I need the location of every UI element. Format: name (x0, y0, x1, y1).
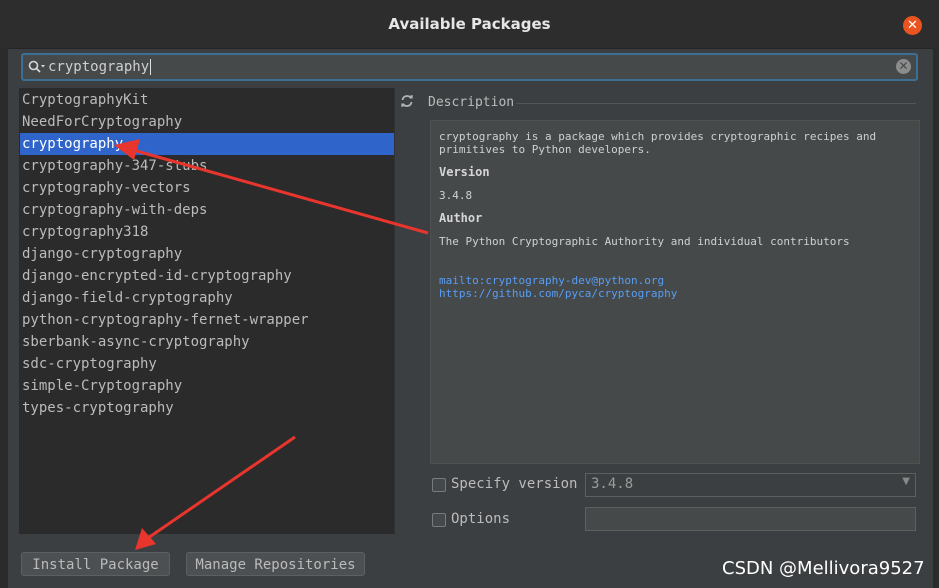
package-list-item[interactable]: django-cryptography (20, 243, 394, 265)
version-heading: Version (439, 165, 490, 179)
package-list-item[interactable]: sdc-cryptography (20, 353, 394, 375)
package-list-item[interactable]: simple-Cryptography (20, 375, 394, 397)
specify-version-label: Specify version (451, 476, 578, 492)
package-list-item[interactable]: django-field-cryptography (20, 287, 394, 309)
dialog-title: Available Packages (388, 15, 551, 33)
list-toolbar (394, 88, 421, 532)
package-list-item[interactable]: cryptography-with-deps (20, 199, 394, 221)
refresh-icon[interactable] (400, 94, 414, 112)
package-list-item[interactable]: cryptography (20, 133, 394, 155)
mailto-link[interactable]: mailto:cryptography-dev@python.org (439, 274, 664, 287)
package-list-item[interactable]: cryptography318 (20, 221, 394, 243)
package-list-item[interactable]: django-encrypted-id-cryptography (20, 265, 394, 287)
options-checkbox[interactable] (432, 513, 446, 527)
background-window-strip-right (933, 48, 939, 588)
search-input[interactable]: cryptography (48, 59, 152, 75)
author-heading: Author (439, 211, 483, 225)
package-list-item[interactable]: python-cryptography-fernet-wrapper (20, 309, 394, 331)
package-list-item[interactable]: sberbank-async-cryptography (20, 331, 394, 353)
dialog-titlebar: Available Packages ✕ (0, 0, 939, 49)
install-package-button[interactable]: Install Package (21, 552, 170, 576)
background-window-strip (0, 48, 8, 588)
package-list-item[interactable]: CryptographyKit (20, 89, 394, 111)
options-label: Options (451, 511, 511, 527)
options-input[interactable] (585, 507, 916, 531)
search-icon[interactable] (28, 60, 46, 78)
author-value: The Python Cryptographic Authority and i… (439, 235, 850, 248)
specify-version-checkbox[interactable] (432, 478, 446, 492)
description-text: cryptography is a package which provides… (439, 130, 877, 156)
watermark: CSDN @Mellivora9527 (722, 558, 925, 579)
package-list-item[interactable]: NeedForCryptography (20, 111, 394, 133)
description-panel: cryptography is a package which provides… (430, 120, 920, 464)
package-list-item[interactable]: cryptography-347-stubs (20, 155, 394, 177)
chevron-down-icon: ▼ (902, 476, 910, 487)
project-url-link[interactable]: https://github.com/pyca/cryptography (439, 287, 677, 300)
description-label: Description (428, 95, 515, 110)
package-list-item[interactable]: cryptography-vectors (20, 177, 394, 199)
manage-repositories-button[interactable]: Manage Repositories (186, 552, 365, 576)
package-list-item[interactable]: types-cryptography (20, 397, 394, 419)
clear-search-icon[interactable]: ✕ (896, 59, 911, 74)
version-select-value: 3.4.8 (591, 476, 634, 492)
search-field[interactable]: cryptography ✕ (21, 53, 918, 81)
version-select[interactable]: 3.4.8 ▼ (585, 473, 916, 497)
package-list[interactable]: CryptographyKit NeedForCryptography crypto… (19, 88, 395, 534)
close-icon[interactable]: ✕ (903, 16, 922, 35)
description-divider (516, 103, 916, 104)
version-value: 3.4.8 (439, 189, 473, 202)
